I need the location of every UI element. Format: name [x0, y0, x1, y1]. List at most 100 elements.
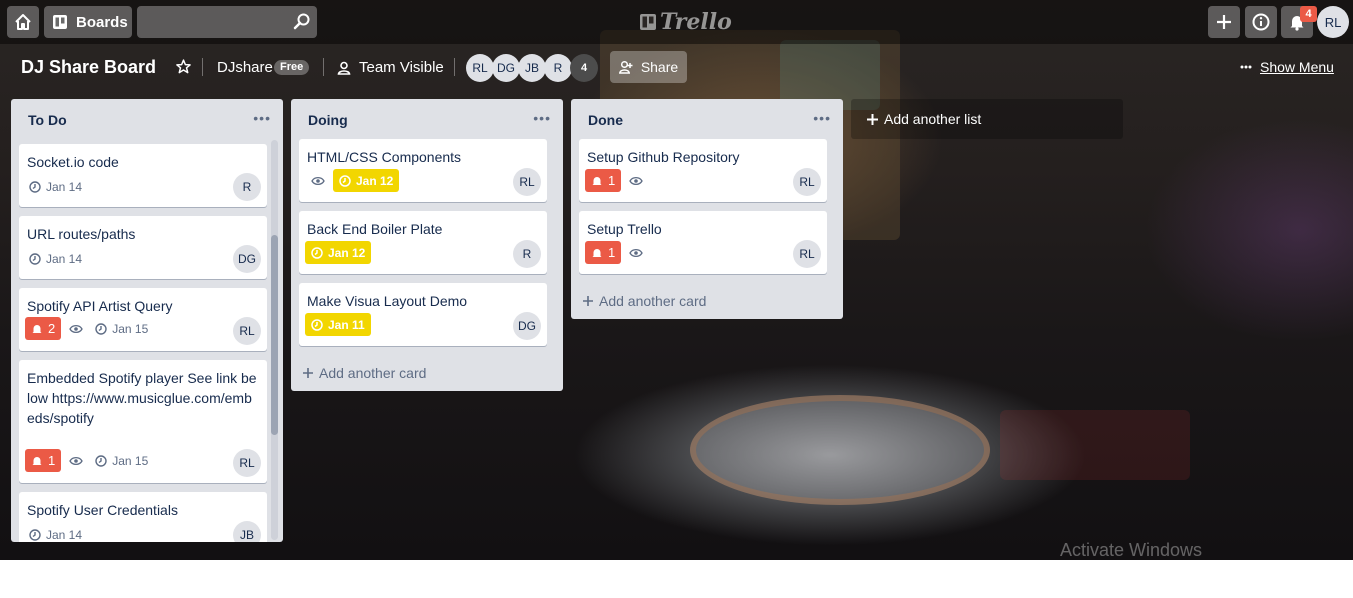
clock-icon: [29, 181, 41, 193]
board-member-avatar[interactable]: DG: [492, 54, 520, 82]
header-divider: [454, 58, 455, 76]
card-member-avatar[interactable]: R: [513, 240, 541, 268]
notification-badge: 1: [585, 241, 622, 264]
header-divider: [323, 58, 324, 76]
watching-badge: [69, 319, 83, 339]
card-badges: 1 Jan 15: [25, 449, 152, 472]
visibility-label: Team Visible: [359, 59, 444, 76]
share-label: Share: [640, 59, 679, 75]
notification-count: 2: [48, 321, 56, 336]
boards-button[interactable]: Boards: [44, 6, 132, 38]
eye-icon: [69, 456, 83, 465]
list-menu-icon[interactable]: •••: [813, 110, 831, 126]
list-scrollbar[interactable]: [271, 140, 278, 540]
board-member-avatar[interactable]: R: [544, 54, 572, 82]
notification-badge: 1: [585, 169, 622, 192]
search-box[interactable]: [137, 6, 317, 38]
list-menu-icon[interactable]: •••: [253, 110, 271, 126]
due-date-badge: Jan 14: [25, 177, 86, 197]
list-title[interactable]: Done: [588, 112, 623, 128]
user-avatar[interactable]: RL: [1317, 6, 1349, 38]
board-title[interactable]: DJ Share Board: [21, 57, 156, 78]
ellipsis-icon: [1240, 65, 1252, 69]
notification-count: 1: [608, 173, 616, 188]
card[interactable]: Setup Trello 1 RL: [579, 211, 827, 274]
list-menu-icon[interactable]: •••: [533, 110, 551, 126]
trello-logo[interactable]: Trello: [640, 9, 732, 35]
card[interactable]: Make Visua Layout Demo Jan 11 DG: [299, 283, 547, 346]
clock-icon: [29, 253, 41, 265]
scrollbar-thumb[interactable]: [271, 235, 278, 435]
info-button[interactable]: [1245, 6, 1277, 38]
member-overflow-count[interactable]: 4: [570, 54, 598, 82]
add-member-icon: [618, 60, 633, 74]
card[interactable]: Embedded Spotify player See link below h…: [19, 360, 267, 483]
due-date-badge: Jan 15: [91, 319, 152, 339]
clock-icon: [311, 246, 323, 259]
add-card-button[interactable]: Add another card: [303, 365, 426, 381]
home-button[interactable]: [7, 6, 39, 38]
logo-text: Trello: [660, 9, 732, 35]
watching-badge: [69, 451, 83, 471]
eye-icon: [69, 324, 83, 333]
boards-label: Boards: [76, 13, 128, 31]
list-header[interactable]: Doing •••: [291, 99, 563, 141]
card-title: Socket.io code: [27, 154, 119, 170]
card-badges: 1: [585, 169, 643, 192]
card-member-avatar[interactable]: RL: [793, 168, 821, 196]
search-icon[interactable]: [293, 12, 311, 30]
boards-icon: [53, 15, 67, 29]
card[interactable]: Spotify User Credentials Jan 14 JB: [19, 492, 267, 542]
show-menu-button[interactable]: Show Menu: [1240, 59, 1334, 75]
card-member-avatar[interactable]: RL: [233, 317, 261, 345]
board-member-avatar[interactable]: JB: [518, 54, 546, 82]
card-member-avatar[interactable]: R: [233, 173, 261, 201]
card[interactable]: Spotify API Artist Query 2 Jan 15 RL: [19, 288, 267, 351]
card-badges: 1: [585, 241, 643, 264]
card-member-avatar[interactable]: RL: [513, 168, 541, 196]
due-date-badge: Jan 15: [91, 451, 152, 471]
star-icon[interactable]: [176, 59, 191, 74]
add-card-button[interactable]: Add another card: [583, 293, 706, 309]
notification-count: 1: [608, 245, 616, 260]
watching-badge: [629, 171, 643, 191]
list-title[interactable]: To Do: [28, 112, 67, 128]
list-header[interactable]: To Do •••: [11, 99, 283, 141]
card-badges: Jan 12: [305, 169, 400, 192]
create-button[interactable]: [1208, 6, 1240, 38]
card-title: Spotify API Artist Query: [27, 298, 173, 314]
due-date-badge: Jan 11: [305, 313, 371, 336]
eye-icon: [311, 176, 325, 185]
card-member-avatar[interactable]: JB: [233, 521, 261, 542]
due-date-badge: Jan 14: [25, 525, 86, 542]
list-header[interactable]: Done •••: [571, 99, 843, 141]
card[interactable]: HTML/CSS Components Jan 12 RL: [299, 139, 547, 202]
list-title[interactable]: Doing: [308, 112, 348, 128]
card-member-avatar[interactable]: RL: [793, 240, 821, 268]
card-member-avatar[interactable]: DG: [233, 245, 261, 273]
card-badges: Jan 14: [25, 177, 86, 197]
due-date: Jan 12: [356, 173, 394, 188]
search-input[interactable]: [137, 6, 287, 38]
team-name[interactable]: DJshare: [217, 59, 273, 76]
card[interactable]: Back End Boiler Plate Jan 12 R: [299, 211, 547, 274]
activation-watermark: Activate Windows: [1060, 540, 1203, 560]
card[interactable]: URL routes/paths Jan 14 DG: [19, 216, 267, 279]
card-title: Spotify User Credentials: [27, 502, 178, 518]
card-title: Back End Boiler Plate: [307, 221, 443, 237]
due-date-badge: Jan 12: [305, 241, 372, 264]
list-to-do: To Do ••• Socket.io code Jan 14 R URL ro…: [11, 99, 283, 542]
bell-icon: [32, 456, 42, 465]
eye-icon: [629, 248, 643, 257]
add-list-button[interactable]: Add another list: [851, 99, 1123, 139]
visibility-button[interactable]: Team Visible: [337, 59, 444, 76]
clock-icon: [29, 529, 41, 541]
board-member-avatar[interactable]: RL: [466, 54, 494, 82]
share-button[interactable]: Share: [610, 51, 687, 83]
due-date-badge: Jan 14: [25, 249, 86, 269]
card[interactable]: Socket.io code Jan 14 R: [19, 144, 267, 207]
clock-icon: [95, 454, 107, 467]
card-member-avatar[interactable]: DG: [513, 312, 541, 340]
card[interactable]: Setup Github Repository 1 RL: [579, 139, 827, 202]
card-member-avatar[interactable]: RL: [233, 449, 261, 477]
